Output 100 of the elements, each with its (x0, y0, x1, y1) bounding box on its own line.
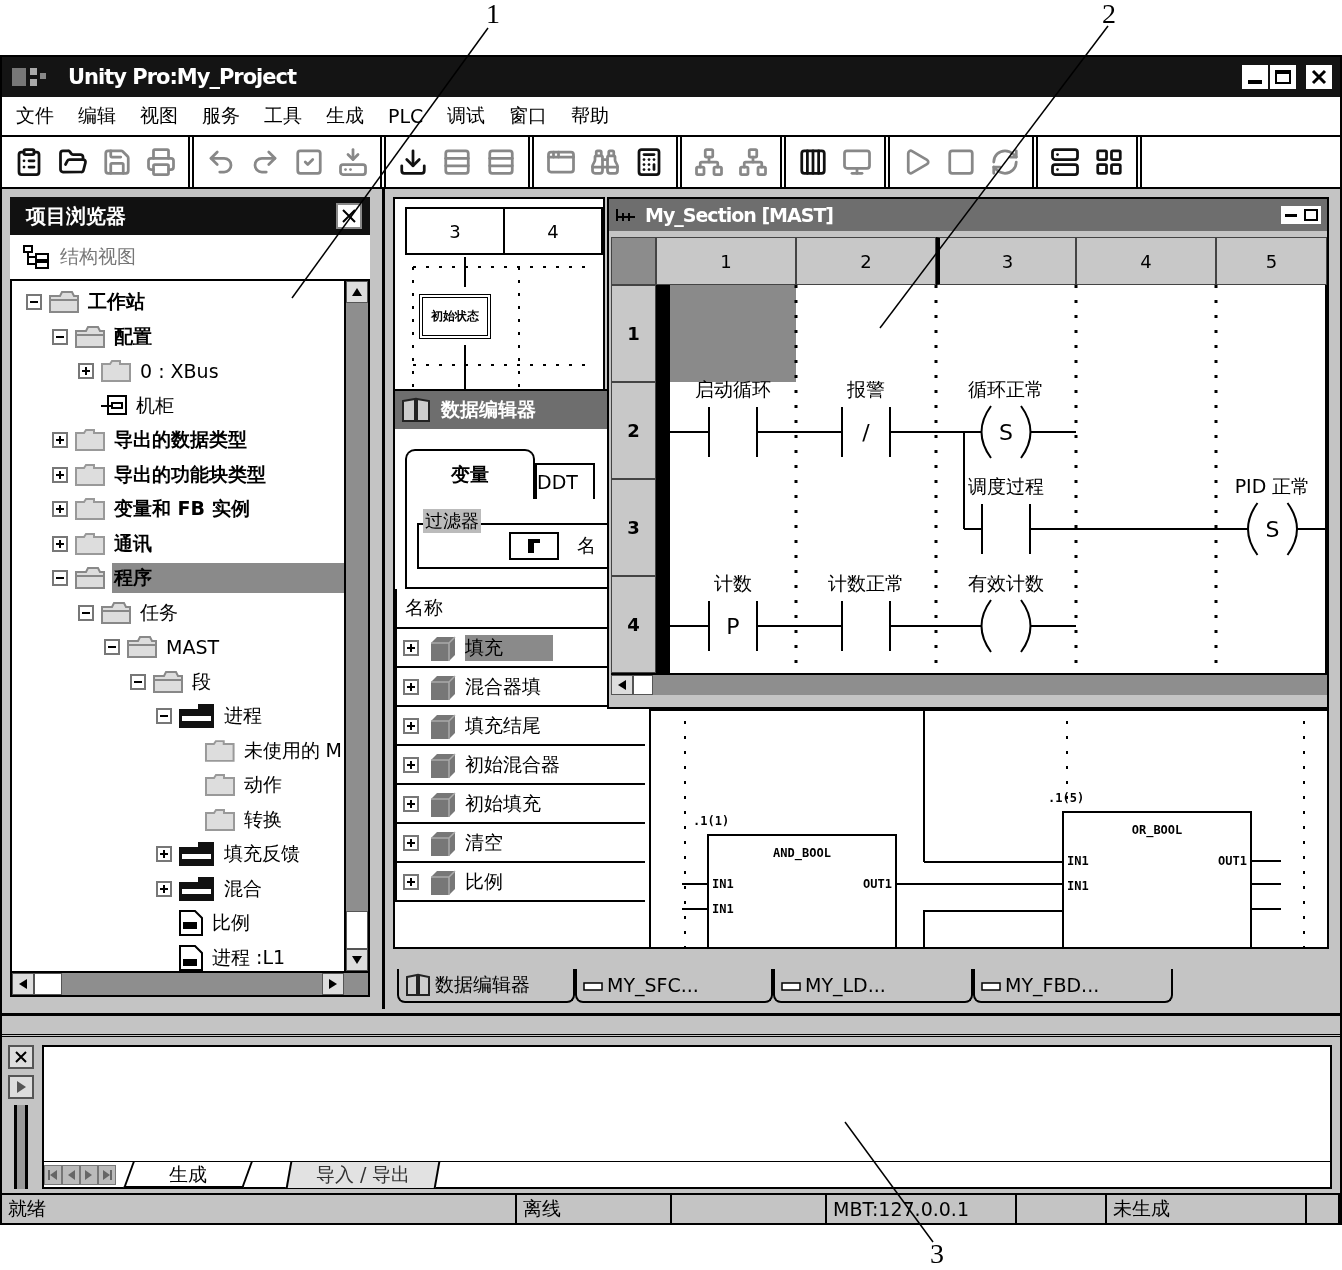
tree-item[interactable]: 段 (190, 666, 213, 697)
network-icon[interactable] (694, 147, 724, 177)
table-cell[interactable]: 填充 (465, 634, 553, 661)
menu-item[interactable]: 窗口 (507, 103, 550, 129)
close-button[interactable] (8, 1045, 34, 1069)
function-block[interactable]: AND_BOOL IN1 IN1 OUT1 (707, 834, 897, 947)
last-page-button[interactable] (98, 1164, 116, 1185)
tree-item[interactable]: 配置 (112, 321, 154, 352)
resize-handle[interactable] (14, 1105, 28, 1189)
tree-item[interactable]: 动作 (242, 770, 284, 801)
expand-toggle[interactable] (403, 756, 419, 773)
horizontal-scrollbar[interactable] (611, 673, 1327, 695)
maximize-button[interactable] (1270, 65, 1296, 89)
import-icon[interactable] (338, 147, 368, 177)
close-button[interactable] (336, 203, 362, 229)
server-icon[interactable] (1050, 147, 1080, 177)
minimize-button[interactable] (1242, 65, 1268, 89)
expand-toggle[interactable] (403, 795, 419, 812)
previous-button[interactable] (62, 1164, 80, 1185)
expand-toggle[interactable] (403, 717, 419, 734)
menu-item[interactable]: 帮助 (569, 103, 612, 129)
tree-item[interactable]: 未使用的 M (241, 735, 344, 766)
scroll-thumb[interactable] (633, 675, 653, 695)
expand-toggle[interactable] (403, 834, 419, 851)
tree-item[interactable]: 导出的功能块类型 (112, 459, 268, 490)
tab[interactable]: 导入 / 导出 (285, 1161, 441, 1188)
tab[interactable]: 生成 (123, 1161, 253, 1188)
check-icon[interactable] (294, 147, 324, 177)
monitor-icon[interactable] (842, 147, 872, 177)
minimize-button[interactable] (1281, 206, 1301, 224)
expand-toggle[interactable] (52, 535, 68, 552)
contact-symbol[interactable] (841, 600, 891, 652)
save-icon[interactable] (102, 147, 132, 177)
tree-item[interactable]: 进程 :L1 (210, 942, 288, 971)
table-cell[interactable]: 填充结尾 (465, 712, 541, 739)
tree-item[interactable]: 导出的数据类型 (112, 425, 249, 456)
menu-item[interactable]: 服务 (200, 103, 242, 129)
tree-item[interactable]: 程序 (112, 563, 344, 594)
tree-item[interactable]: 填充反馈 (222, 839, 302, 870)
scroll-thumb[interactable] (346, 911, 368, 949)
tree-item[interactable]: 机柜 (134, 390, 176, 421)
tree-item[interactable]: 0 : XBus (138, 358, 221, 385)
function-block[interactable]: OR_BOOL IN1 IN1 OUT1 (1062, 811, 1252, 947)
menu-item[interactable]: 生成 (324, 103, 366, 129)
expand-toggle[interactable] (78, 363, 94, 380)
table-cell[interactable]: 初始混合器 (465, 751, 560, 778)
contact-symbol[interactable] (981, 503, 1031, 555)
expand-toggle[interactable] (52, 501, 68, 518)
document-tab[interactable]: MY_FBD... (973, 969, 1173, 1003)
coil-symbol[interactable] (980, 599, 1032, 653)
expand-toggle[interactable] (78, 604, 94, 621)
menu-item[interactable]: PLC (386, 105, 426, 127)
splitter-bar[interactable] (2, 1013, 1340, 1037)
binoculars-icon[interactable] (590, 147, 620, 177)
expand-toggle[interactable] (156, 880, 172, 897)
printer-icon[interactable] (146, 147, 176, 177)
tree-item[interactable]: 比例 (210, 908, 252, 939)
scroll-left-button[interactable] (12, 973, 34, 995)
expand-toggle[interactable] (403, 873, 419, 890)
menu-item[interactable]: 工具 (262, 103, 304, 129)
tree-item[interactable]: 转换 (242, 804, 284, 835)
play-button[interactable] (8, 1075, 34, 1099)
menu-item[interactable]: 文件 (14, 103, 56, 129)
horizontal-scrollbar[interactable] (12, 971, 368, 995)
tree-item[interactable]: 变量和 FB 实例 (112, 494, 252, 525)
table-cell[interactable]: 清空 (465, 829, 503, 856)
filter-button[interactable] (509, 532, 559, 560)
expand-toggle[interactable] (52, 570, 68, 587)
document-tab[interactable]: MY_SFC... (575, 969, 773, 1003)
tree-item[interactable]: 混合 (222, 873, 264, 904)
expand-toggle[interactable] (52, 328, 68, 345)
menu-item[interactable]: 编辑 (76, 103, 118, 129)
vertical-scrollbar[interactable] (344, 281, 368, 971)
expand-toggle[interactable] (52, 466, 68, 483)
scroll-left-button[interactable] (611, 675, 633, 695)
scroll-up-button[interactable] (346, 281, 368, 303)
first-page-button[interactable] (44, 1164, 62, 1185)
scroll-thumb[interactable] (34, 973, 62, 995)
scroll-down-button[interactable] (346, 949, 368, 971)
tree-item[interactable]: 进程 (222, 701, 264, 732)
table-cell[interactable]: 混合器填 (465, 673, 541, 700)
tree-item[interactable]: 任务 (138, 597, 180, 628)
expand-toggle[interactable] (156, 708, 172, 725)
tab[interactable]: 变量 (405, 449, 535, 499)
rack-view-icon[interactable] (798, 147, 828, 177)
stop-icon[interactable] (946, 147, 976, 177)
view-label[interactable]: 结构视图 (60, 244, 136, 270)
selected-cell[interactable] (670, 285, 796, 382)
document-tab[interactable]: MY_LD... (773, 969, 973, 1003)
expand-toggle[interactable] (104, 639, 120, 656)
expand-toggle[interactable] (403, 678, 419, 695)
tree-item[interactable]: 工作站 (86, 287, 147, 318)
document-tab[interactable]: 数据编辑器 (397, 969, 575, 1003)
expand-toggle[interactable] (403, 639, 419, 656)
refresh-icon[interactable] (990, 147, 1020, 177)
table-cell[interactable]: 初始填充 (465, 790, 541, 817)
menu-item[interactable]: 视图 (138, 103, 180, 129)
restore-button[interactable] (1301, 206, 1321, 224)
expand-toggle[interactable] (26, 294, 42, 311)
expand-toggle[interactable] (52, 432, 68, 449)
